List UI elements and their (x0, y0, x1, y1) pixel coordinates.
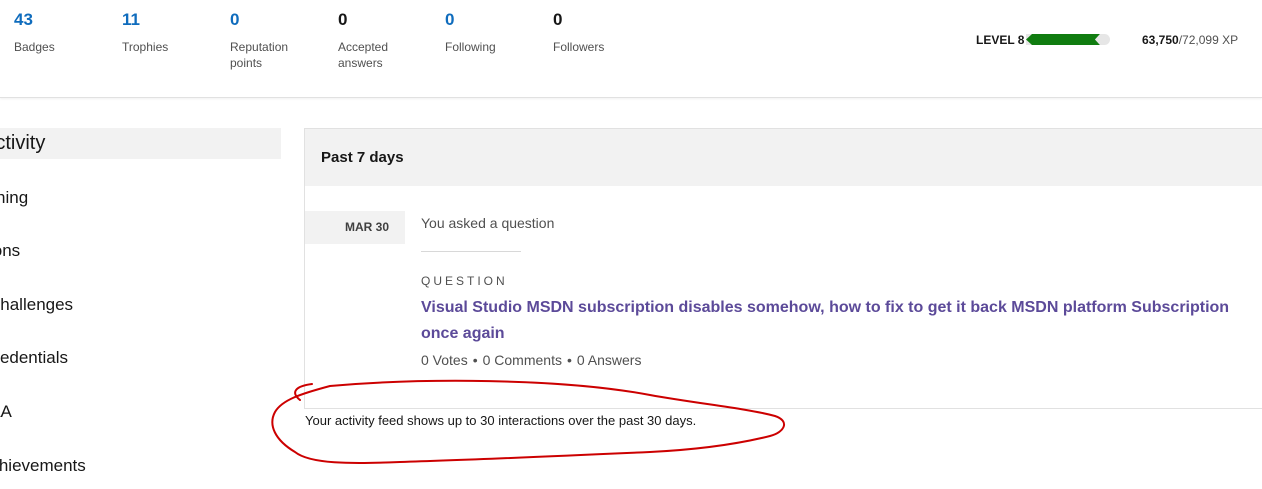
nav-item-label: Collections (0, 241, 21, 260)
nav-item-activity[interactable]: Activity (0, 128, 281, 159)
activity-feed-note: Your activity feed shows up to 30 intera… (305, 413, 697, 428)
stat-trophies[interactable]: 11 Trophies (122, 10, 222, 55)
stat-badges-value: 43 (14, 10, 33, 29)
stat-accepted-answers-label: Accepted answers (338, 40, 389, 70)
activity-divider (421, 251, 521, 252)
nav-item-label: Credentials (0, 348, 68, 367)
stat-trophies-value: 11 (122, 10, 140, 29)
question-kicker: QUESTION (421, 274, 508, 288)
stat-reputation[interactable]: 0 Reputation points (230, 10, 330, 71)
separator-dot: • (472, 352, 478, 368)
stat-followers-label: Followers (553, 40, 605, 54)
nav-item-label: Challenges (0, 295, 74, 314)
nav-item-label: Q&A (0, 402, 12, 421)
profile-stats-bar: 43 Badges 11 Trophies 0 Reputation point… (0, 0, 1262, 98)
stat-following-label: Following (445, 40, 496, 54)
xp-progress-bar (1026, 34, 1110, 45)
stat-followers-value: 0 (553, 10, 563, 29)
stat-reputation-label: Reputation points (230, 40, 289, 70)
nav-item-achievements[interactable]: Achievements (0, 450, 281, 481)
nav-item-label: Learning (0, 188, 29, 207)
stat-trophies-label: Trophies (122, 40, 169, 54)
xp-total: /72,099 XP (1178, 33, 1239, 47)
xp-current: 63,750 (1142, 33, 1179, 47)
activity-event-text: You asked a question (421, 215, 555, 231)
question-answers: 0 Answers (576, 352, 642, 368)
nav-item-learning[interactable]: Learning (0, 182, 281, 213)
nav-item-label: Achievements (0, 456, 86, 475)
nav-item-challenges[interactable]: Challenges (0, 289, 281, 320)
stat-followers: 0 Followers (553, 10, 653, 55)
activity-period-heading: Past 7 days (305, 129, 1262, 186)
activity-feed-card: Past 7 days MAR 30 You asked a question … (304, 128, 1262, 409)
stat-following-value: 0 (445, 10, 455, 29)
stat-following[interactable]: 0 Following (445, 10, 545, 55)
nav-item-collections[interactable]: Collections (0, 235, 281, 266)
level-label: LEVEL 8 (976, 33, 1025, 47)
question-votes: 0 Votes (421, 352, 468, 368)
stat-badges[interactable]: 43 Badges (14, 10, 114, 55)
stat-accepted-answers-value: 0 (338, 10, 348, 29)
stat-accepted-answers: 0 Accepted answers (338, 10, 438, 71)
question-stats: 0 Votes • 0 Comments • 0 Answers (421, 352, 641, 368)
question-title-link[interactable]: Visual Studio MSDN subscription disables… (421, 295, 1251, 347)
stat-reputation-value: 0 (230, 10, 240, 29)
nav-item-qa[interactable]: Q&A (0, 396, 281, 427)
nav-item-credentials[interactable]: Credentials (0, 342, 281, 373)
separator-dot: • (566, 352, 572, 368)
profile-page: 43 Badges 11 Trophies 0 Reputation point… (0, 0, 1262, 489)
xp-progress-fill (1026, 34, 1100, 45)
nav-item-label: Activity (0, 132, 46, 154)
xp-readout: 63,750/72,099 XP (1142, 33, 1238, 47)
activity-date: MAR 30 (305, 211, 405, 244)
question-comments: 0 Comments (482, 352, 562, 368)
stat-badges-label: Badges (14, 40, 55, 54)
